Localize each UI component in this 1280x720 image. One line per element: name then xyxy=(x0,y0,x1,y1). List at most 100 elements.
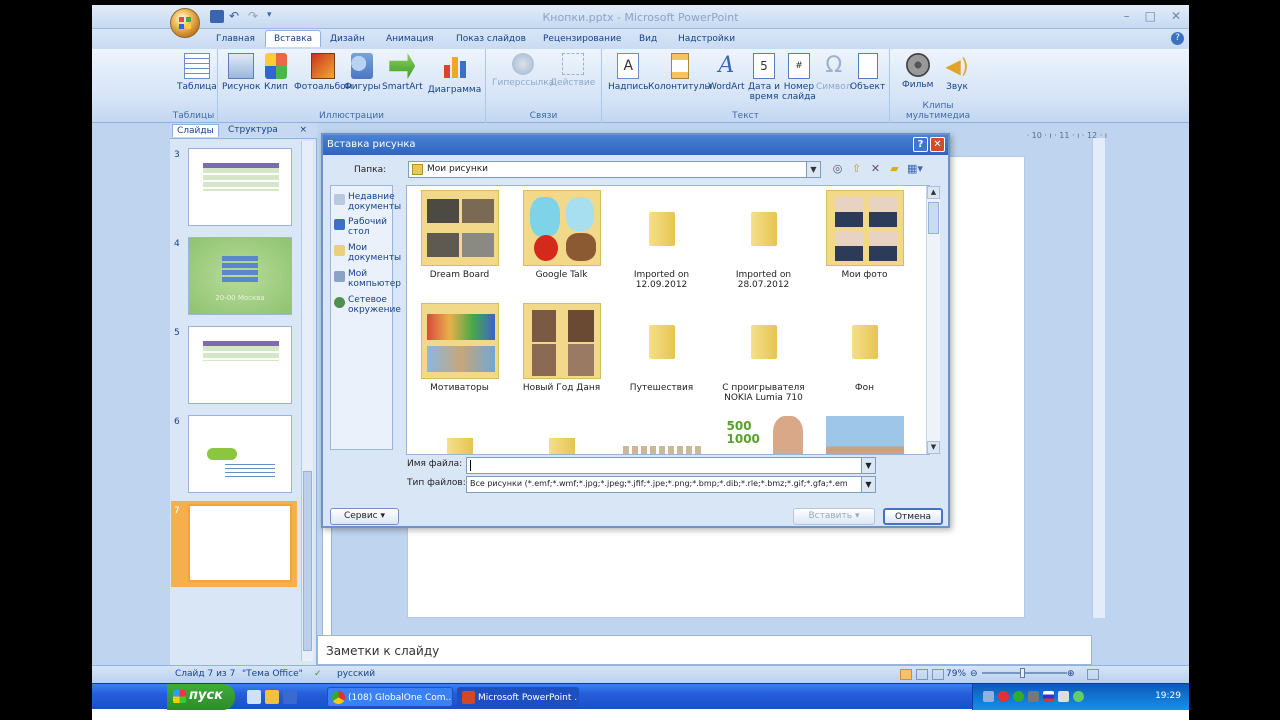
sorter-view-icon[interactable] xyxy=(916,669,928,680)
tab-slideshow[interactable]: Показ слайдов xyxy=(450,32,532,46)
tab-animation[interactable]: Анимация xyxy=(380,32,440,46)
clip-button[interactable]: Клип xyxy=(264,53,288,92)
folder-item[interactable]: Imported on 12.09.2012 xyxy=(614,190,709,290)
folder-item[interactable]: С проигрывателя NOKIA Lumia 710 xyxy=(716,303,811,403)
symbol-button[interactable]: Ω Символ xyxy=(816,53,852,92)
folder-item[interactable]: Мотиваторы xyxy=(412,303,507,393)
task-chrome[interactable]: (108) GlobalOne Com... xyxy=(327,687,453,707)
folder-dropdown[interactable]: Мои рисунки ▼ xyxy=(408,161,821,178)
sound-button[interactable]: ◀) Звук xyxy=(944,53,970,92)
slideshow-view-icon[interactable] xyxy=(932,669,944,680)
task-powerpoint[interactable]: Microsoft PowerPoint ... xyxy=(457,687,579,707)
media-icon[interactable] xyxy=(283,690,297,704)
zoom-out-icon[interactable]: ⊖ xyxy=(970,669,978,679)
movie-button[interactable]: Фильм xyxy=(902,53,933,90)
close-button[interactable]: ✕ xyxy=(1171,9,1181,23)
folder-item[interactable]: Фон xyxy=(817,303,912,393)
place-recent[interactable]: Недавние документы xyxy=(334,192,401,212)
scroll-thumb[interactable] xyxy=(928,202,939,234)
tab-design[interactable]: Дизайн xyxy=(324,32,371,46)
language-flag-icon[interactable] xyxy=(1043,691,1054,702)
browser-icon[interactable] xyxy=(265,690,279,704)
textbox-button[interactable]: A Надпись xyxy=(608,53,649,92)
group-label-tables: Таблицы xyxy=(172,111,215,121)
tab-view[interactable]: Вид xyxy=(633,32,663,46)
dialog-help-button[interactable]: ? xyxy=(913,137,928,152)
cancel-button[interactable]: Отмена xyxy=(883,508,943,525)
service-button[interactable]: Сервис ▾ xyxy=(330,508,399,525)
delete-icon[interactable]: ✕ xyxy=(869,162,882,175)
insert-button[interactable]: Вставить ▾ xyxy=(793,508,875,525)
maximize-button[interactable]: □ xyxy=(1145,9,1156,23)
spellcheck-icon[interactable]: ✓ xyxy=(314,669,322,679)
table-button[interactable]: Таблица xyxy=(177,53,217,92)
help-icon[interactable]: ? xyxy=(1171,32,1184,45)
folder-item[interactable]: Новый Год Даня xyxy=(514,303,609,393)
network-tray-icon[interactable] xyxy=(1028,691,1039,702)
chevron-down-icon[interactable]: ▼ xyxy=(806,162,820,177)
tab-slides[interactable]: Слайды xyxy=(172,124,219,137)
slides-panel-scrollbar[interactable] xyxy=(301,141,313,661)
notes-pane[interactable]: Заметки к слайду xyxy=(317,635,1092,665)
tab-review[interactable]: Рецензирование xyxy=(537,32,627,46)
fit-to-window-icon[interactable] xyxy=(1087,669,1099,680)
views-icon[interactable]: ▦▾ xyxy=(907,162,923,175)
folder-item[interactable] xyxy=(514,416,609,454)
folder-item[interactable]: Путешествия xyxy=(614,303,709,393)
volume-icon[interactable] xyxy=(1058,691,1069,702)
place-network[interactable]: Сетевое окружение xyxy=(334,295,401,315)
chart-button[interactable]: Диаграмма xyxy=(424,53,485,95)
zoom-in-icon[interactable]: ⊕ xyxy=(1067,669,1075,679)
filename-input[interactable]: ▼ xyxy=(466,457,876,474)
tab-addins[interactable]: Надстройки xyxy=(672,32,741,46)
shapes-button[interactable]: Фигуры xyxy=(344,53,380,92)
picture-button[interactable]: Рисунок xyxy=(222,53,260,92)
hyperlink-button[interactable]: Гиперссылка xyxy=(492,53,554,88)
start-button[interactable]: пуск xyxy=(167,684,235,710)
scroll-up-icon[interactable]: ▲ xyxy=(927,186,940,199)
tab-outline[interactable]: Структура xyxy=(228,125,278,135)
security-icon[interactable] xyxy=(1073,691,1084,702)
place-desktop[interactable]: Рабочий стол xyxy=(334,217,394,237)
image-item[interactable] xyxy=(817,416,912,454)
smartart-button[interactable]: SmartArt xyxy=(382,53,423,92)
close-panel-icon[interactable]: × xyxy=(299,125,307,135)
place-my-documents[interactable]: Мои документы xyxy=(334,243,401,263)
object-button[interactable]: Объект xyxy=(850,53,885,92)
tab-insert[interactable]: Вставка xyxy=(265,30,322,47)
tray-arrow-icon[interactable] xyxy=(983,691,994,702)
wordart-button[interactable]: A WordArt xyxy=(708,53,745,92)
zoom-level[interactable]: 79% xyxy=(946,669,966,679)
omega-icon: Ω xyxy=(825,53,843,78)
tab-home[interactable]: Главная xyxy=(210,32,261,46)
new-folder-icon[interactable]: ▰ xyxy=(888,162,901,175)
image-item[interactable] xyxy=(614,416,709,454)
show-desktop-icon[interactable] xyxy=(247,690,261,704)
file-list-scrollbar[interactable]: ▲ ▼ xyxy=(926,186,940,454)
place-my-computer[interactable]: Мой компьютер xyxy=(334,269,401,289)
opera-icon[interactable] xyxy=(998,691,1009,702)
date-time-button[interactable]: 5 Дата и время xyxy=(748,53,780,102)
editor-scrollbar[interactable] xyxy=(1092,138,1105,618)
tray-app-icon[interactable] xyxy=(1013,691,1024,702)
folder-item[interactable]: Dream Board xyxy=(412,190,507,280)
dialog-close-button[interactable]: ✕ xyxy=(930,137,945,152)
folder-item[interactable]: Мои фото xyxy=(817,190,912,280)
filetype-dropdown[interactable]: Все рисунки (*.emf;*.wmf;*.jpg;*.jpeg;*.… xyxy=(466,476,876,493)
normal-view-icon[interactable] xyxy=(900,669,912,680)
folder-item[interactable]: Google Talk xyxy=(514,190,609,280)
office-button[interactable] xyxy=(170,8,200,38)
scroll-down-icon[interactable]: ▼ xyxy=(927,441,940,454)
slide-number-button[interactable]: # Номер слайда xyxy=(782,53,816,102)
chevron-down-icon[interactable]: ▼ xyxy=(861,477,875,492)
zoom-slider[interactable] xyxy=(982,668,1067,678)
folder-item[interactable]: Imported on 28.07.2012 xyxy=(716,190,811,290)
action-button[interactable]: Действие xyxy=(550,53,595,88)
chevron-down-icon[interactable]: ▼ xyxy=(861,458,875,473)
minimize-button[interactable]: – xyxy=(1124,9,1130,23)
up-folder-icon[interactable]: ⇧ xyxy=(850,162,863,175)
image-item[interactable]: 500 1000 xyxy=(716,416,811,454)
back-icon[interactable]: ◎ xyxy=(831,162,844,175)
folder-item[interactable] xyxy=(412,416,507,454)
header-footer-button[interactable]: Колонтитулы xyxy=(648,53,712,92)
